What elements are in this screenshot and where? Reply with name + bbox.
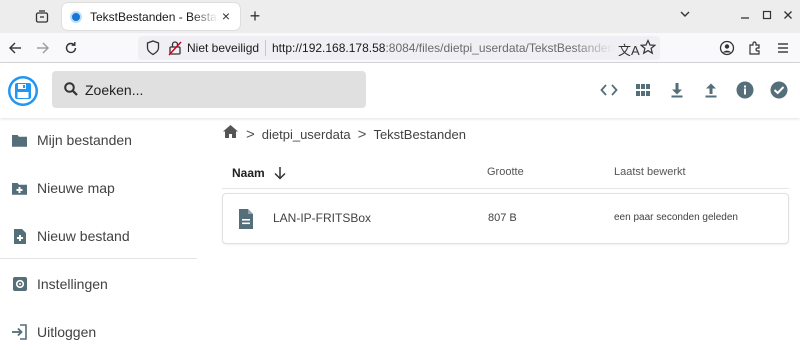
shield-icon[interactable]: [146, 40, 160, 61]
reload-icon[interactable]: [62, 39, 80, 57]
window-close-icon[interactable]: [780, 8, 796, 24]
new-tab-icon[interactable]: +: [246, 6, 264, 26]
column-header-size[interactable]: Grootte: [487, 166, 524, 178]
download-icon[interactable]: [665, 78, 689, 102]
sidebar-item-label: Uitloggen: [37, 324, 97, 340]
url-path: :8084/files/dietpi_userdata/TekstBestand…: [385, 41, 614, 55]
app-logo-icon[interactable]: [7, 75, 39, 107]
extensions-icon[interactable]: [746, 39, 764, 57]
search-bar[interactable]: [52, 71, 366, 108]
browser-tab-bar: TekstBestanden - Bestanden × +: [0, 0, 800, 33]
tab-close-icon[interactable]: ×: [218, 8, 234, 24]
logout-icon: [11, 324, 28, 341]
upload-icon[interactable]: [699, 78, 723, 102]
code-icon[interactable]: [597, 78, 621, 102]
column-header-name-label: Naam: [232, 166, 265, 180]
insecure-lock-icon[interactable]: [168, 40, 182, 61]
settings-icon: [11, 276, 28, 293]
sidebar-item-new-folder[interactable]: Nieuwe map: [0, 166, 197, 210]
forward-icon[interactable]: [34, 39, 52, 57]
breadcrumb-item-tekstbestanden[interactable]: TekstBestanden: [373, 127, 466, 142]
search-icon: [63, 81, 79, 102]
file-size: 807 B: [488, 212, 517, 224]
breadcrumb: > dietpi_userdata > TekstBestanden: [222, 123, 466, 145]
url-host: http://192.168.178.58: [272, 41, 386, 55]
breadcrumb-item-dietpi-userdata[interactable]: dietpi_userdata: [262, 127, 351, 142]
tab-favicon-icon: [70, 10, 82, 23]
new-folder-icon: [11, 180, 28, 197]
sidebar-divider: [0, 258, 197, 259]
sidebar-item-label: Nieuwe map: [37, 180, 115, 196]
column-header-name[interactable]: Naam: [232, 166, 287, 180]
browser-tab[interactable]: TekstBestanden - Bestanden ×: [62, 3, 240, 30]
grid-view-icon[interactable]: [631, 78, 655, 102]
file-name: LAN-IP-FRITSBox: [273, 211, 372, 225]
browser-nav-bar: Niet beveiligd http://192.168.178.58:808…: [0, 33, 800, 63]
arrow-down-icon[interactable]: [273, 166, 287, 180]
tab-list-icon[interactable]: [31, 8, 53, 26]
sidebar-item-label: Mijn bestanden: [37, 132, 132, 148]
breadcrumb-separator: >: [246, 125, 255, 143]
menu-icon[interactable]: [774, 39, 792, 57]
back-icon[interactable]: [6, 39, 24, 57]
sidebar-item-logout[interactable]: Uitloggen: [0, 310, 197, 350]
list-item[interactable]: LAN-IP-FRITSBox 807 B een paar seconden …: [222, 193, 789, 244]
sidebar-item-label: Instellingen: [37, 276, 108, 292]
sidebar-item-new-file[interactable]: Nieuw bestand: [0, 214, 197, 258]
account-icon[interactable]: [718, 39, 736, 57]
sidebar-item-label: Nieuw bestand: [37, 228, 130, 244]
url-bar[interactable]: Niet beveiligd http://192.168.178.58:808…: [138, 36, 660, 60]
translate-icon[interactable]: 文A: [618, 40, 640, 59]
app-header: [0, 63, 800, 118]
minimize-icon[interactable]: [737, 8, 753, 24]
folder-icon: [11, 132, 28, 149]
url-separator: [265, 40, 266, 56]
new-file-icon: [11, 228, 28, 245]
sidebar: Mijn bestanden Nieuwe map Nieuw bestand …: [0, 118, 197, 350]
bookmark-star-icon[interactable]: [639, 39, 657, 60]
breadcrumb-separator: >: [357, 125, 367, 143]
home-icon[interactable]: [222, 124, 239, 144]
sidebar-item-settings[interactable]: Instellingen: [0, 262, 197, 306]
sidebar-item-my-files[interactable]: Mijn bestanden: [0, 118, 197, 162]
security-label[interactable]: Niet beveiligd: [187, 41, 259, 55]
info-icon[interactable]: [733, 78, 757, 102]
header-divider: [222, 188, 789, 189]
tab-overflow-chevron-icon[interactable]: [677, 8, 693, 24]
file-icon: [237, 208, 255, 235]
tab-title: TekstBestanden - Bestanden: [90, 9, 218, 24]
maximize-icon[interactable]: [759, 8, 775, 24]
file-modified: een paar seconden geleden: [614, 212, 738, 223]
select-icon[interactable]: [767, 78, 791, 102]
search-input[interactable]: [85, 79, 355, 100]
url-text[interactable]: http://192.168.178.58:8084/files/dietpi_…: [272, 41, 614, 55]
column-header-modified[interactable]: Laatst bewerkt: [614, 166, 686, 178]
